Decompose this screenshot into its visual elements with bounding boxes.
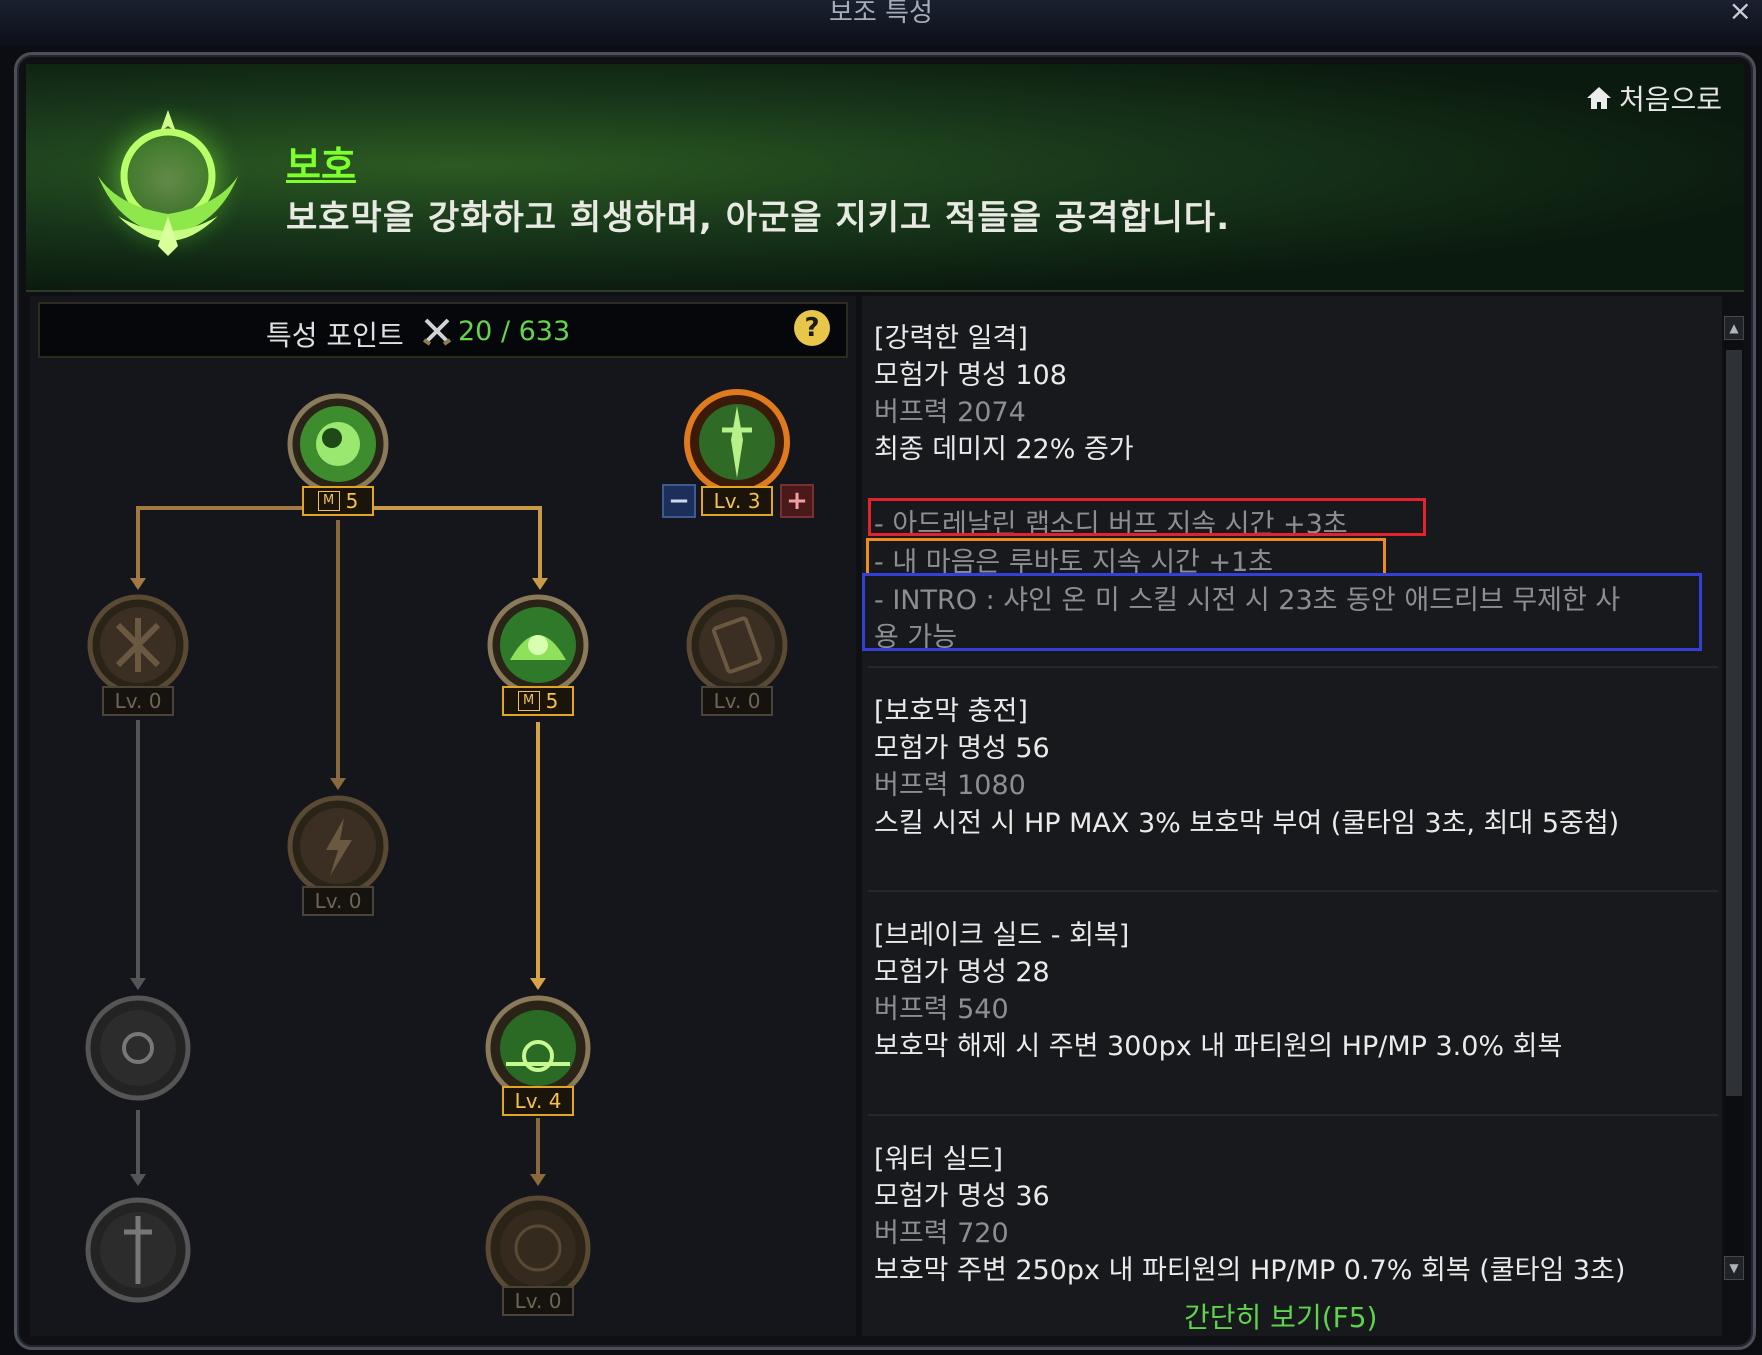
- close-button[interactable]: ×: [1729, 0, 1752, 27]
- skill-name: [강력한 일격]: [874, 323, 1028, 354]
- home-icon: [1587, 87, 1611, 109]
- node-level-value: 5: [345, 489, 359, 513]
- node-level-value: 5: [545, 689, 559, 713]
- crossed-swords-icon: [422, 318, 452, 346]
- trait-tree-panel: [30, 296, 856, 1336]
- home-label: 처음으로: [1619, 83, 1723, 116]
- divider: [868, 1114, 1718, 1116]
- highlight-box-red: [868, 498, 1426, 536]
- skill-renown: 모험가 명성 36: [874, 1181, 1050, 1212]
- skill-name: [브레이크 실드 - 회복]: [874, 920, 1130, 951]
- divider: [868, 666, 1718, 668]
- scrollbar-thumb[interactable]: [1726, 350, 1742, 1096]
- node-level-badge: Lv. 0: [701, 686, 773, 716]
- trait-points-label: 특성 포인트: [266, 319, 404, 352]
- scroll-up-button[interactable]: ▲: [1724, 316, 1744, 340]
- skill-name: [워터 실드]: [874, 1144, 1004, 1175]
- mastery-icon: M: [517, 691, 540, 711]
- node-level-badge: Lv. 3: [701, 486, 773, 516]
- node-level-badge: M 5: [302, 486, 374, 516]
- skill-buff-power: 버프력 2074: [874, 397, 1026, 428]
- class-header: [26, 64, 1744, 292]
- node-level-badge: Lv. 0: [102, 686, 174, 716]
- skill-effect: 보호막 주변 250px 내 파티원의 HP/MP 0.7% 회복 (쿨타임 3…: [874, 1255, 1626, 1286]
- class-description: 보호막을 강화하고 희생하며, 아군을 지키고 적들을 공격합니다.: [286, 198, 1231, 238]
- skill-effect: 최종 데미지 22% 증가: [874, 434, 1134, 465]
- node-level-badge: Lv. 4: [502, 1086, 574, 1116]
- skill-effect: 보호막 해제 시 주변 300px 내 파티원의 HP/MP 3.0% 회복: [874, 1031, 1563, 1062]
- node-level-badge: Lv. 0: [502, 1286, 574, 1316]
- window-title: 보조 특성: [829, 0, 933, 28]
- divider: [868, 890, 1718, 892]
- skill-renown: 모험가 명성 28: [874, 957, 1050, 988]
- simple-view-button[interactable]: 간단히 보기(F5): [1184, 1296, 1377, 1336]
- highlight-box-blue: [862, 573, 1702, 651]
- skill-buff-power: 버프력 540: [874, 994, 1009, 1025]
- increase-level-button[interactable]: +: [780, 484, 814, 518]
- skill-name: [보호막 충전]: [874, 696, 1028, 727]
- help-button[interactable]: ?: [794, 310, 830, 346]
- node-level-badge: M 5: [502, 686, 574, 716]
- home-button[interactable]: 처음으로: [1585, 78, 1722, 118]
- trait-points-value: 20 / 633: [458, 316, 571, 347]
- scroll-down-button[interactable]: ▼: [1724, 1256, 1744, 1280]
- class-emblem-icon: [88, 101, 248, 261]
- skill-effect: 스킬 시전 시 HP MAX 3% 보호막 부여 (쿨타임 3초, 최대 5중첩…: [874, 808, 1620, 839]
- skill-buff-power: 버프력 720: [874, 1218, 1009, 1249]
- skill-buff-power: 버프력 1080: [874, 770, 1026, 801]
- window-titlebar: 보조 특성 ×: [0, 0, 1762, 46]
- skill-renown: 모험가 명성 56: [874, 733, 1050, 764]
- skill-renown: 모험가 명성 108: [874, 360, 1067, 391]
- node-level-badge: Lv. 0: [302, 886, 374, 916]
- class-title: 보호: [286, 143, 356, 187]
- trait-points-bar: 특성 포인트 20 / 633 ?: [38, 302, 848, 358]
- mastery-icon: M: [317, 491, 340, 511]
- decrease-level-button[interactable]: −: [662, 484, 696, 518]
- highlight-box-orange: [866, 538, 1386, 576]
